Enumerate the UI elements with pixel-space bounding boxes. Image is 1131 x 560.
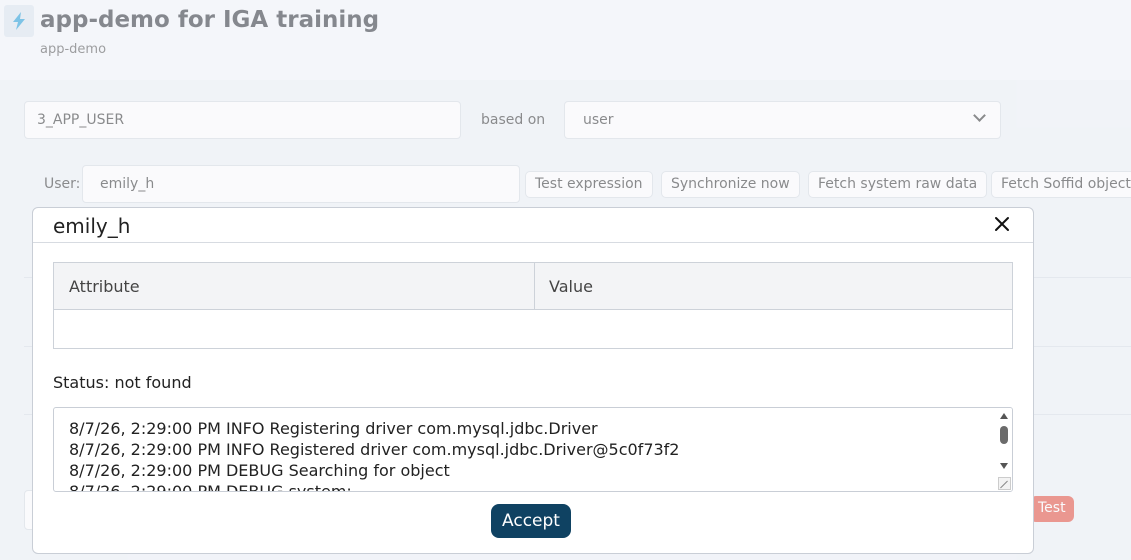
based-on-value: user <box>583 112 614 128</box>
fetch-soffid-object-button[interactable]: Fetch Soffid object <box>991 171 1131 198</box>
page-title: app-demo for IGA training <box>40 7 380 33</box>
user-label: User: <box>44 176 81 192</box>
log-line: 8/7/26, 2:29:00 PM INFO Registering driv… <box>69 419 598 438</box>
scroll-up-arrow-icon[interactable] <box>1000 413 1008 419</box>
app-logo <box>4 5 34 37</box>
synchronize-now-button[interactable]: Synchronize now <box>661 171 800 198</box>
column-header-attribute: Attribute <box>69 277 140 296</box>
close-icon <box>995 217 1009 231</box>
column-header-value: Value <box>549 277 593 296</box>
close-button[interactable] <box>993 215 1011 233</box>
log-line: 8/7/26, 2:29:00 PM DEBUG Searching for o… <box>69 461 450 480</box>
column-divider <box>534 263 535 310</box>
lightning-icon <box>13 12 25 30</box>
dialog-header: emily_h <box>33 208 1033 243</box>
accept-button[interactable]: Accept <box>491 504 571 538</box>
resize-handle-icon[interactable] <box>998 477 1011 490</box>
log-content: 8/7/26, 2:29:00 PM INFO Registering driv… <box>69 418 680 492</box>
scroll-thumb[interactable] <box>1000 426 1008 444</box>
test-button[interactable]: Test <box>1030 496 1074 522</box>
page-subtitle: app-demo <box>40 42 107 57</box>
fetch-raw-data-button[interactable]: Fetch system raw data <box>808 171 988 198</box>
log-line: 8/7/26, 2:29:00 PM DEBUG system: <box>69 482 352 492</box>
log-textarea[interactable]: 8/7/26, 2:29:00 PM INFO Registering driv… <box>53 407 1013 492</box>
attribute-table: Attribute Value <box>53 262 1013 349</box>
user-input[interactable]: emily_h <box>82 165 520 203</box>
object-type-value: 3_APP_USER <box>37 112 125 128</box>
user-value: emily_h <box>100 176 155 192</box>
based-on-label: based on <box>481 112 546 128</box>
log-line: 8/7/26, 2:29:00 PM INFO Registered drive… <box>69 440 680 459</box>
status-text: Status: not found <box>53 373 192 392</box>
object-type-field[interactable]: 3_APP_USER <box>24 101 461 139</box>
dialog-title: emily_h <box>53 214 131 238</box>
chevron-down-icon <box>973 109 986 122</box>
fetch-result-dialog: emily_h Attribute Value Status: not foun… <box>32 207 1034 554</box>
test-expression-button[interactable]: Test expression <box>525 171 653 198</box>
table-header: Attribute Value <box>54 263 1012 310</box>
scroll-down-arrow-icon[interactable] <box>1000 463 1008 469</box>
based-on-select[interactable]: user <box>564 101 1001 139</box>
